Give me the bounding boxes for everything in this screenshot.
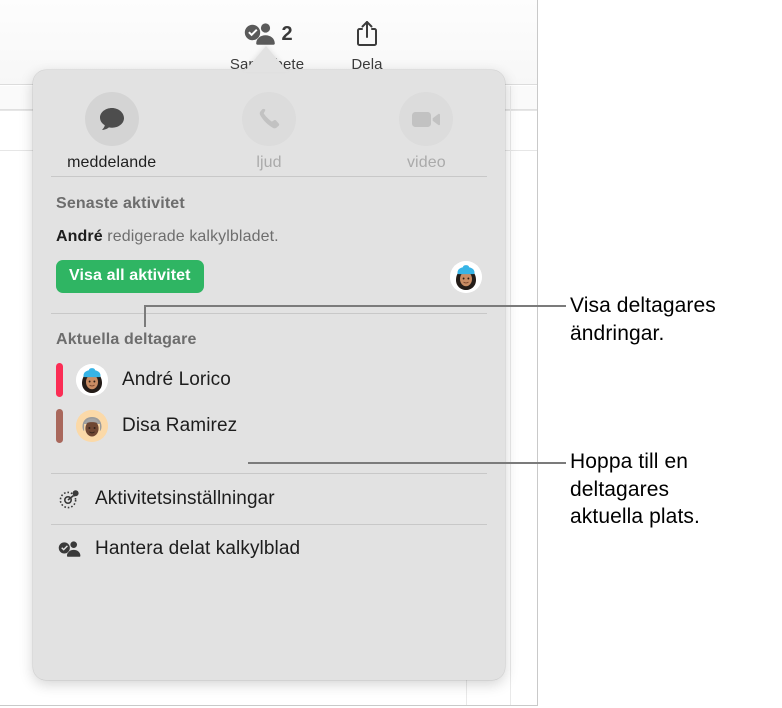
phone-icon — [241, 92, 296, 146]
menu-item-label: Hantera delat kalkylblad — [95, 538, 301, 559]
popover-arrow — [244, 46, 288, 72]
toolbar-item-share[interactable]: Dela — [312, 12, 422, 73]
callout-changes-leader-vertical — [144, 305, 146, 327]
quick-action-video-label: video — [406, 154, 446, 171]
manage-shared-person-check-icon — [56, 538, 82, 560]
quick-action-message-label: meddelande — [67, 154, 157, 171]
callout-changes-line-2: ändringar. — [570, 321, 665, 345]
presence-color-bar — [56, 409, 63, 443]
andre-avatar — [450, 260, 482, 293]
share-export-icon — [312, 12, 422, 56]
quick-actions-row: meddelande ljud video — [33, 70, 505, 176]
message-bubble-icon — [84, 92, 139, 146]
presence-color-bar — [56, 363, 63, 397]
andre-avatar — [76, 364, 108, 396]
participant-row-andre[interactable]: André Lorico — [33, 357, 505, 403]
callout-changes-line-1: Visa deltagares — [570, 294, 716, 317]
collaboration-popover: meddelande ljud video Senaste aktivitet … — [33, 70, 505, 680]
callout-jump: Hoppa till en deltagares aktuella plats. — [570, 448, 700, 531]
recent-activity-title: Senaste aktivitet — [56, 195, 185, 212]
recent-activity-actor: André — [56, 228, 103, 245]
menu-item-activity-settings[interactable]: Aktivitetsinställningar — [33, 474, 505, 524]
participant-name: André Lorico — [122, 369, 231, 390]
callout-changes: Visa deltagares ändringar. — [570, 292, 716, 347]
recent-activity-message: André redigerade kalkylbladet. — [33, 213, 505, 246]
participant-name: Disa Ramirez — [122, 415, 238, 436]
participant-row-disa[interactable]: Disa Ramirez — [33, 403, 505, 449]
participants-title: Aktuella deltagare — [56, 331, 197, 348]
disa-avatar — [76, 410, 108, 442]
quick-action-video[interactable]: video — [348, 92, 505, 172]
quick-action-audio[interactable]: ljud — [190, 92, 347, 172]
callout-jump-leader — [248, 462, 566, 464]
show-all-activity-button[interactable]: Visa all aktivitet — [56, 260, 204, 293]
callout-jump-line-3: aktuella plats. — [570, 505, 700, 529]
activity-settings-gear-icon — [56, 487, 82, 511]
recent-activity-text: redigerade kalkylbladet. — [102, 228, 279, 245]
collaborator-count-badge: 2 — [281, 23, 293, 45]
callout-changes-leader-horizontal — [144, 305, 566, 307]
menu-item-label: Aktivitetsinställningar — [95, 488, 275, 509]
menu-item-manage-shared[interactable]: Hantera delat kalkylblad — [33, 525, 505, 573]
quick-action-audio-label: ljud — [256, 154, 282, 171]
quick-action-message[interactable]: meddelande — [33, 92, 190, 172]
callout-jump-line-2: deltagares — [570, 477, 670, 501]
callout-jump-line-1: Hoppa till en — [570, 450, 689, 473]
grid-line — [510, 86, 511, 705]
video-camera-icon — [399, 92, 454, 146]
recent-activity-row: Visa all aktivitet — [33, 246, 505, 313]
